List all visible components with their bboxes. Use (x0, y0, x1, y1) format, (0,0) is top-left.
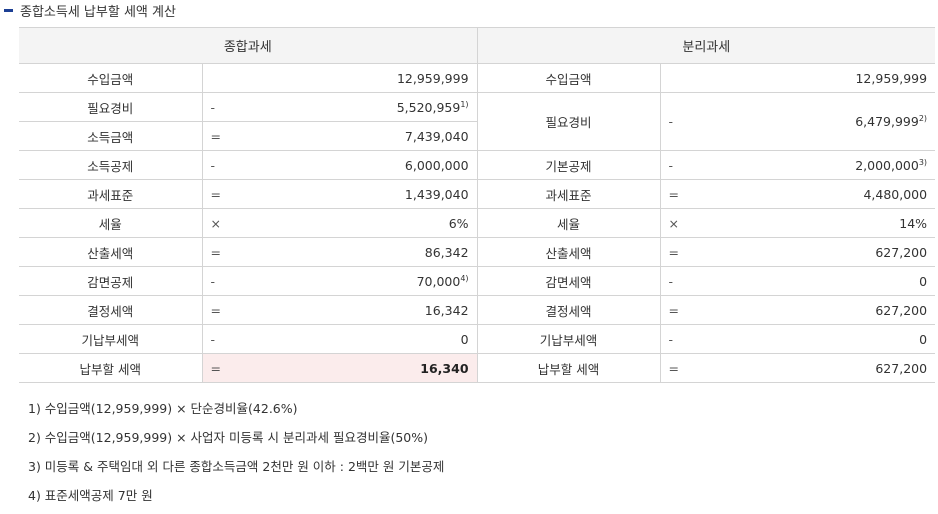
row-value: 0 (750, 266, 936, 296)
row-label: 산출세액 (19, 237, 203, 267)
row-operator: = (201, 353, 292, 383)
table-header-row: 종합과세 분리과세 (19, 27, 936, 64)
footnote-item: 1) 수입금액(12,959,999) × 단순경비율(42.6%) (28, 401, 298, 416)
row-value: 7,439,040 (292, 121, 478, 151)
row-label: 과세표준 (19, 179, 203, 209)
header-separate-taxation: 분리과세 (476, 27, 936, 64)
total-tax-value: 16,340 (292, 353, 478, 383)
row-value: 16,342 (292, 295, 478, 325)
row-label: 기납부세액 (19, 324, 203, 354)
row-label: 납부할 세액 (476, 353, 661, 383)
row-operator: = (201, 121, 292, 151)
table-row: 소득공제 - 6,000,000 기본공제 - 2,000,0003) (19, 150, 936, 180)
row-label: 감면공제 (19, 266, 203, 296)
row-value: 2,000,0003) (750, 150, 936, 180)
row-operator: - (201, 324, 292, 354)
table-row: 세율 × 6% 세율 × 14% (19, 208, 936, 238)
row-operator: - (659, 324, 751, 354)
row-operator: = (659, 353, 751, 383)
footnote-marker: 3) (918, 157, 928, 167)
row-operator: - (659, 92, 751, 151)
footnote-item: 4) 표준세액공제 7만 원 (28, 488, 153, 503)
row-label: 소득금액 (19, 121, 203, 151)
section-title-text: 종합소득세 납부할 세액 계산 (20, 4, 176, 20)
table-row: 감면공제 - 70,0004) 감면세액 - 0 (19, 266, 936, 296)
section-title: 종합소득세 납부할 세액 계산 (0, 0, 176, 20)
row-operator: × (201, 208, 292, 238)
footnote-marker: 4) (460, 273, 469, 283)
row-label: 필요경비 (476, 92, 661, 151)
row-label: 소득공제 (19, 150, 203, 180)
row-operator: = (201, 295, 292, 325)
row-operator: = (659, 179, 751, 209)
row-label: 수입금액 (19, 63, 203, 93)
row-value: 0 (292, 324, 478, 354)
row-operator: - (201, 266, 292, 296)
row-value: 6,000,000 (292, 150, 478, 180)
header-comprehensive-taxation: 종합과세 (19, 27, 478, 64)
tax-calculation-table: 종합과세 분리과세 수입금액 12,959,999 수입금액 12,959,99… (19, 27, 936, 383)
row-operator: = (659, 237, 751, 267)
table-row: 수입금액 12,959,999 수입금액 12,959,999 (19, 63, 936, 93)
row-value: 0 (750, 324, 936, 354)
row-operator: - (659, 266, 751, 296)
row-value: 70,0004) (292, 266, 478, 296)
row-value: 627,200 (750, 295, 936, 325)
row-value: 12,959,999 (292, 63, 478, 93)
table-row: 필요경비 - 5,520,9591) 필요경비 - 6,479,9992) (19, 92, 936, 151)
footnote-marker: 2) (918, 114, 928, 123)
table-row-total: 납부할 세액 = 16,340 납부할 세액 = 627,200 (19, 353, 936, 383)
footnote-item: 2) 수입금액(12,959,999) × 사업자 미등록 시 분리과세 필요경… (28, 430, 428, 445)
table-row: 기납부세액 - 0 기납부세액 - 0 (19, 324, 936, 354)
table-row: 결정세액 = 16,342 결정세액 = 627,200 (19, 295, 936, 325)
row-label: 세율 (476, 208, 661, 238)
title-bar-marker (4, 8, 13, 12)
row-value: 627,200 (750, 353, 936, 383)
table-row: 과세표준 = 1,439,040 과세표준 = 4,480,000 (19, 179, 936, 209)
row-value: 627,200 (750, 237, 936, 267)
row-operator: - (201, 150, 292, 180)
row-operator (659, 63, 751, 93)
table-row: 산출세액 = 86,342 산출세액 = 627,200 (19, 237, 936, 267)
row-label: 산출세액 (476, 237, 661, 267)
row-label: 기본공제 (476, 150, 661, 180)
row-value: 4,480,000 (750, 179, 936, 209)
row-operator: = (659, 295, 751, 325)
row-operator: × (659, 208, 751, 238)
row-value: 5,520,9591) (292, 92, 478, 122)
row-value: 6% (292, 208, 478, 238)
row-value: 6,479,9992) (750, 92, 936, 151)
row-operator: = (201, 237, 292, 267)
row-operator: - (659, 150, 751, 180)
footnote-marker: 1) (460, 99, 469, 109)
row-label: 과세표준 (476, 179, 661, 209)
footnotes: 1) 수입금액(12,959,999) × 단순경비율(42.6%) 2) 수입… (28, 398, 444, 514)
row-label: 납부할 세액 (19, 353, 203, 383)
row-value: 1,439,040 (292, 179, 478, 209)
row-label: 필요경비 (19, 92, 203, 122)
row-label: 세율 (19, 208, 203, 238)
row-label: 수입금액 (476, 63, 661, 93)
row-value: 12,959,999 (750, 63, 936, 93)
footnote-item: 3) 미등록 & 주택임대 외 다른 종합소득금액 2천만 원 이하 : 2백만… (28, 459, 445, 474)
row-operator (201, 63, 292, 93)
row-value: 14% (750, 208, 936, 238)
row-label: 감면세액 (476, 266, 661, 296)
row-operator: - (201, 92, 292, 122)
row-operator: = (201, 179, 292, 209)
row-label: 결정세액 (19, 295, 203, 325)
row-label: 기납부세액 (476, 324, 661, 354)
row-label: 결정세액 (476, 295, 661, 325)
row-value: 86,342 (292, 237, 478, 267)
